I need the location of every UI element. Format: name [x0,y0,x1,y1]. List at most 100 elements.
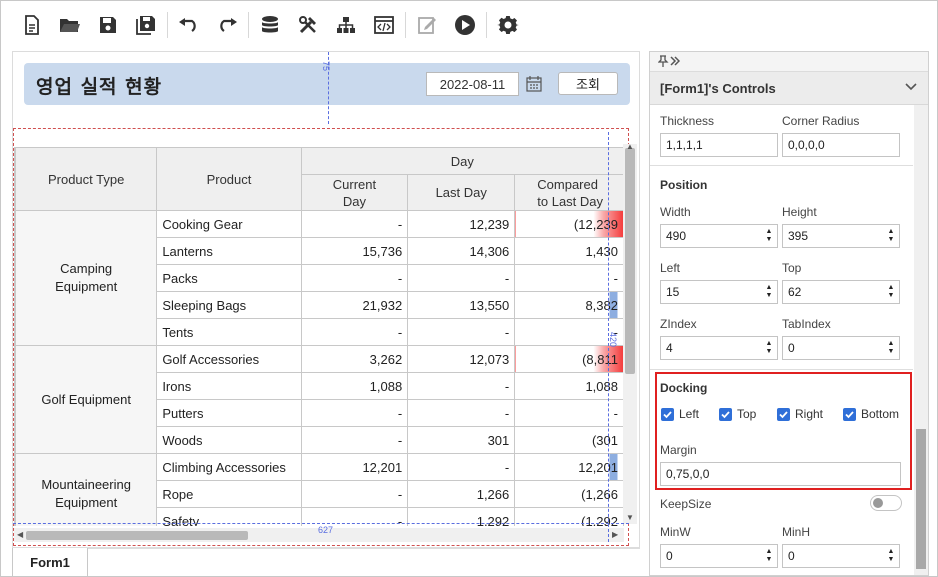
product-cell[interactable]: Irons [156,372,302,400]
top-input[interactable]: 62 ▲ ▼ [782,280,900,304]
current-day-cell[interactable]: - [300,426,409,454]
category-cell[interactable]: Golf Equipment [15,345,158,454]
save-icon[interactable] [89,5,127,45]
date-input[interactable]: 2022-08-11 [426,72,519,96]
calendar-icon[interactable] [523,72,545,96]
left-input[interactable]: 15 ▲ ▼ [660,280,778,304]
current-day-cell[interactable]: 3,262 [300,345,409,373]
tools-icon[interactable] [289,5,327,45]
header-product[interactable]: Product [156,147,302,211]
header-product-type[interactable]: Product Type [15,147,158,211]
corner-radius-input[interactable]: 0,0,0,0 [782,133,900,157]
minh-input[interactable]: 0 ▲ ▼ [782,544,900,568]
current-day-cell[interactable]: - [300,399,409,427]
last-day-cell[interactable]: - [407,264,516,292]
spinner-icon[interactable]: ▲ ▼ [765,228,773,244]
width-label: Width [660,205,691,219]
product-cell[interactable]: Lanterns [156,237,302,265]
dock-top-checkbox[interactable] [719,408,732,421]
current-day-cell[interactable]: - [300,264,409,292]
last-day-cell[interactable]: 1,266 [407,480,516,508]
scroll-up-arrow-icon[interactable]: ▲ [626,142,634,151]
chevron-down-icon[interactable] [904,79,918,96]
product-cell[interactable]: Golf Accessories [156,345,302,373]
product-cell[interactable]: Sleeping Bags [156,291,302,319]
header-last-day[interactable]: Last Day [407,174,516,211]
spinner-icon[interactable]: ▲ ▼ [765,340,773,356]
grid-vertical-scroll-thumb[interactable] [625,148,635,374]
product-cell[interactable]: Putters [156,399,302,427]
current-day-cell[interactable]: - [300,480,409,508]
edit-icon[interactable] [408,5,446,45]
database-icon[interactable] [251,5,289,45]
last-day-cell[interactable]: - [407,453,516,481]
category-cell[interactable]: Camping Equipment [15,210,158,346]
dock-left-checkbox[interactable] [661,408,674,421]
width-input[interactable]: 490 ▲ ▼ [660,224,778,248]
current-day-cell[interactable]: - [300,318,409,346]
last-day-cell[interactable]: 14,306 [407,237,516,265]
new-file-icon[interactable] [13,5,51,45]
product-cell[interactable]: Woods [156,426,302,454]
grid-horizontal-scroll-thumb[interactable] [26,531,248,540]
dock-right-checkbox[interactable] [777,408,790,421]
save-all-icon[interactable] [127,5,165,45]
toolbar-separator [405,12,406,38]
last-day-cell[interactable]: - [407,399,516,427]
height-input[interactable]: 395 ▲ ▼ [782,224,900,248]
current-day-cell[interactable]: 21,932 [300,291,409,319]
product-cell[interactable]: Packs [156,264,302,292]
scroll-right-arrow-icon[interactable]: ▶ [612,530,618,539]
table-row[interactable]: Mountaineering Equipment Climbing Accesso… [15,453,624,526]
header-current-day[interactable]: Current Day [300,174,409,211]
current-day-cell[interactable]: - [300,210,409,238]
margin-input[interactable]: 0,75,0,0 [660,462,901,486]
pin-icon[interactable] [657,55,681,70]
product-cell[interactable]: Rope [156,480,302,508]
open-folder-icon[interactable] [51,5,89,45]
last-day-cell[interactable]: - [407,372,516,400]
last-day-cell[interactable]: 13,550 [407,291,516,319]
last-day-cell[interactable]: 12,239 [407,210,516,238]
product-cell[interactable]: Climbing Accessories [156,453,302,481]
current-day-cell[interactable]: 12,201 [300,453,409,481]
last-day-cell[interactable]: 301 [407,426,516,454]
redo-icon[interactable] [208,5,246,45]
tabindex-input[interactable]: 0 ▲ ▼ [782,336,900,360]
panel-scrollbar[interactable] [914,105,928,575]
query-button[interactable]: 조회 [558,72,618,95]
product-cell[interactable]: Tents [156,318,302,346]
minw-input[interactable]: 0 ▲ ▼ [660,544,778,568]
spinner-icon[interactable]: ▲ ▼ [887,548,895,564]
grid-vertical-scrollbar[interactable]: ▲ ▼ [623,142,637,524]
spinner-icon[interactable]: ▲ ▼ [887,284,895,300]
settings-icon[interactable] [489,5,527,45]
current-day-cell[interactable]: 1,088 [300,372,409,400]
data-grid[interactable]: Product Type Product Day Current Day Las… [14,147,624,526]
scroll-down-arrow-icon[interactable]: ▼ [626,513,634,522]
thickness-input[interactable]: 1,1,1,1 [660,133,778,157]
product-cell[interactable]: Cooking Gear [156,210,302,238]
panel-header[interactable]: [Form1]'s Controls [650,72,928,105]
dock-bottom-checkbox[interactable] [843,408,856,421]
table-row[interactable]: Camping Equipment Cooking Gear -12,239 (12,… [15,210,624,346]
header-day[interactable]: Day [300,147,624,175]
last-day-cell[interactable]: - [407,318,516,346]
keepsize-toggle[interactable] [870,495,902,511]
current-day-cell[interactable]: 15,736 [300,237,409,265]
category-cell[interactable]: Mountaineering Equipment [15,453,158,526]
spinner-icon[interactable]: ▲ ▼ [887,340,895,356]
spinner-icon[interactable]: ▲ ▼ [765,284,773,300]
last-day-cell[interactable]: 12,073 [407,345,516,373]
spinner-icon[interactable]: ▲ ▼ [765,548,773,564]
code-view-icon[interactable] [365,5,403,45]
spinner-icon[interactable]: ▲ ▼ [887,228,895,244]
hierarchy-icon[interactable] [327,5,365,45]
undo-icon[interactable] [170,5,208,45]
zindex-input[interactable]: 4 ▲ ▼ [660,336,778,360]
tab-form1[interactable]: Form1 [12,548,88,577]
run-icon[interactable] [446,5,484,45]
panel-scroll-thumb[interactable] [916,429,926,569]
scroll-left-arrow-icon[interactable]: ◀ [17,530,23,539]
table-row[interactable]: Golf Equipment Golf Accessories 3,262 12,07… [15,345,624,454]
